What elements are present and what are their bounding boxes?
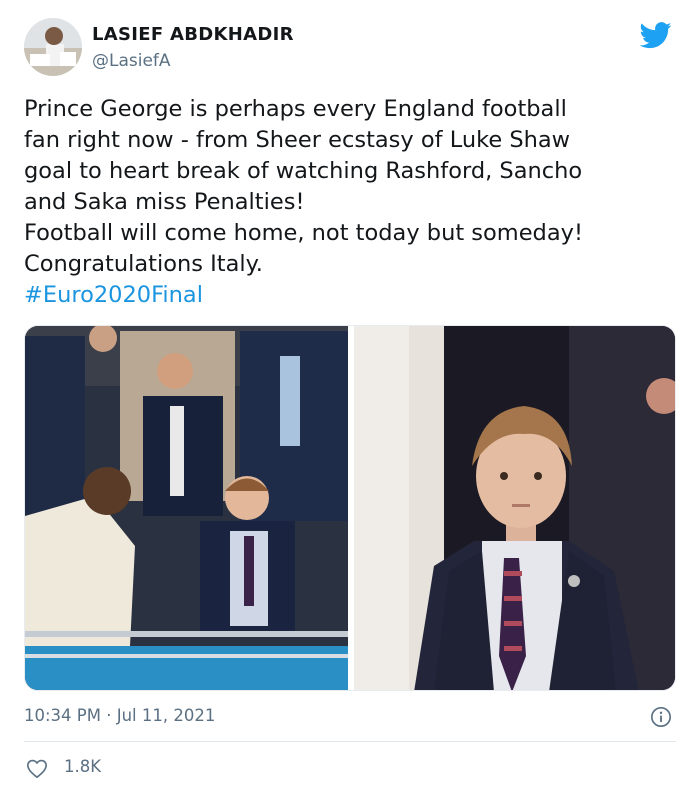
timestamp-link[interactable]: 10:34 PM · Jul 11, 2021 bbox=[24, 706, 215, 725]
twitter-bird-icon[interactable] bbox=[640, 22, 672, 49]
tweet-text-line: Football will come home, not today but s… bbox=[24, 220, 583, 246]
heart-icon[interactable] bbox=[26, 758, 48, 779]
like-count[interactable]: 1.8K bbox=[64, 757, 101, 776]
photo-disappointed-image bbox=[354, 326, 675, 690]
tweet-text-line: fan right now - from Sheer ecstasy of Lu… bbox=[24, 127, 571, 153]
user-handle[interactable]: @LasiefA bbox=[92, 51, 294, 71]
tweet-text-line: Prince George is perhaps every England f… bbox=[24, 96, 567, 122]
photo-celebration[interactable] bbox=[25, 326, 348, 690]
divider bbox=[24, 741, 676, 742]
tweet-text: Prince George is perhaps every England f… bbox=[24, 94, 676, 311]
photo-disappointed[interactable] bbox=[354, 326, 675, 690]
tweet-text-line: and Saka miss Penalties! bbox=[24, 189, 305, 215]
info-icon[interactable] bbox=[650, 706, 672, 728]
tweet-meta: 10:34 PM · Jul 11, 2021 bbox=[24, 706, 676, 730]
avatar[interactable] bbox=[24, 18, 82, 76]
user-names: LASIEF ABDKHADIR @LasiefA bbox=[92, 24, 294, 71]
tweet-card: LASIEF ABDKHADIR @LasiefA Prince George … bbox=[0, 0, 700, 795]
avatar-image bbox=[24, 18, 82, 76]
media-grid bbox=[24, 325, 676, 691]
tweet-text-line: goal to heart break of watching Rashford… bbox=[24, 158, 583, 184]
display-name[interactable]: LASIEF ABDKHADIR bbox=[92, 24, 294, 45]
tweet-text-line: Congratulations Italy. bbox=[24, 251, 263, 277]
hashtag-link[interactable]: #Euro2020Final bbox=[24, 280, 676, 311]
photo-celebration-image bbox=[25, 326, 348, 690]
tweet-header: LASIEF ABDKHADIR @LasiefA bbox=[24, 18, 676, 80]
